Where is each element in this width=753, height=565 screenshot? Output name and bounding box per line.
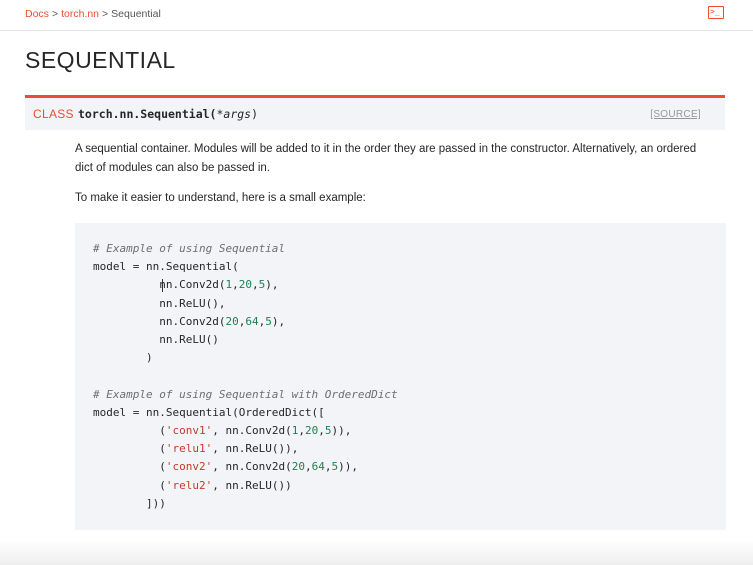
signature-code: torch.nn.Sequential(*args)	[78, 107, 258, 121]
text-cursor	[162, 279, 163, 292]
signature-close: )	[251, 107, 259, 121]
example-intro-paragraph: To make it easier to understand, here is…	[75, 192, 366, 204]
class-keyword: CLASS	[33, 107, 74, 121]
breadcrumb: Docs > torch.nn > Sequential	[25, 8, 161, 20]
breadcrumb-torch-nn-link[interactable]: torch.nn	[61, 8, 99, 20]
signature-name: torch.nn.Sequential(	[78, 107, 217, 121]
source-link[interactable]: [SOURCE]	[650, 109, 701, 120]
breadcrumb-separator: >	[51, 8, 59, 20]
code-text: # Example of using Sequential model = nn…	[93, 242, 398, 510]
breadcrumb-current: Sequential	[111, 8, 161, 20]
bottom-fade	[0, 540, 753, 565]
top-bar: Docs > torch.nn > Sequential >_	[0, 0, 753, 31]
signature-args: *args	[216, 107, 252, 121]
class-signature: CLASS torch.nn.Sequential(*args) [SOURCE…	[25, 95, 725, 130]
page-title: SEQUENTIAL	[25, 47, 176, 73]
terminal-icon[interactable]: >_	[708, 6, 724, 19]
breadcrumb-separator: >	[102, 8, 109, 20]
code-example-block: # Example of using Sequential model = nn…	[75, 223, 726, 530]
description-paragraph: A sequential container. Modules will be …	[75, 143, 697, 174]
code-comment: # Example of using Sequential	[93, 242, 286, 255]
code-comment: # Example of using Sequential with Order…	[93, 387, 398, 401]
breadcrumb-docs-link[interactable]: Docs	[25, 8, 49, 20]
